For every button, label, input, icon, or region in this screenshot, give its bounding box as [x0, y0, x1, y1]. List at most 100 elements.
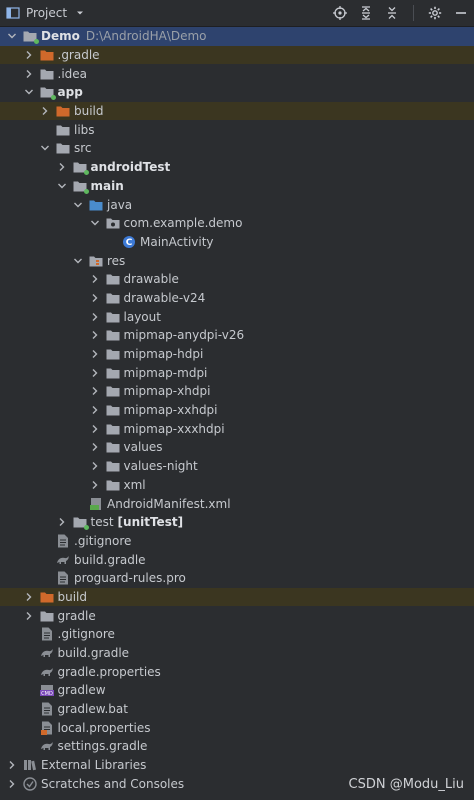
text-file-icon — [56, 571, 70, 585]
project-toolbar: Project — [0, 0, 474, 27]
chevron-right-icon[interactable] — [24, 69, 34, 79]
tree-item-label: build — [74, 104, 104, 119]
svg-text:C: C — [126, 238, 133, 248]
tree-item-label: mipmap-xxhdpi — [123, 403, 218, 418]
tree-row[interactable]: settings.gradle — [0, 737, 474, 756]
expand-all-icon[interactable] — [359, 6, 373, 20]
chevron-right-icon[interactable] — [7, 779, 17, 789]
tree-row[interactable]: gradlew.bat — [0, 700, 474, 719]
folder-icon — [106, 291, 120, 305]
tree-row[interactable]: gradle — [0, 606, 474, 625]
folder-icon — [106, 478, 120, 492]
tree-row[interactable]: mipmap-mdpi — [0, 363, 474, 382]
hide-icon[interactable] — [454, 6, 468, 20]
tree-row[interactable]: CMD gradlew — [0, 681, 474, 700]
chevron-right-icon[interactable] — [7, 760, 17, 770]
folder-icon — [40, 67, 54, 81]
tree-row[interactable]: gradle.properties — [0, 662, 474, 681]
chevron-right-icon[interactable] — [90, 274, 100, 284]
tree-row[interactable]: local.properties — [0, 718, 474, 737]
chevron-right-icon[interactable] — [90, 405, 100, 415]
tree-row[interactable]: build.gradle — [0, 550, 474, 569]
tree-row[interactable]: app — [0, 83, 474, 102]
chevron-right-icon[interactable] — [40, 106, 50, 116]
tree-row[interactable]: mipmap-xxhdpi — [0, 401, 474, 420]
tree-row[interactable]: main — [0, 177, 474, 196]
tree-item-label: values-night — [123, 459, 198, 474]
chevron-down-icon[interactable] — [57, 181, 67, 191]
tree-row[interactable]: .idea — [0, 64, 474, 83]
folder-icon — [106, 384, 120, 398]
chevron-right-icon[interactable] — [24, 50, 34, 60]
tree-row[interactable]: .gitignore — [0, 625, 474, 644]
chevron-right-icon[interactable] — [90, 480, 100, 490]
chevron-down-icon[interactable] — [90, 218, 100, 228]
chevron-down-icon[interactable] — [7, 31, 17, 41]
tree-row[interactable]: mipmap-xhdpi — [0, 382, 474, 401]
tree-item-label: .gradle — [57, 48, 100, 63]
chevron-right-icon[interactable] — [90, 368, 100, 378]
tree-row[interactable]: com.example.demo — [0, 214, 474, 233]
chevron-right-icon[interactable] — [90, 424, 100, 434]
chevron-right-icon[interactable] — [90, 386, 100, 396]
tree-item-label: drawable-v24 — [123, 290, 206, 305]
tree-row[interactable]: layout — [0, 307, 474, 326]
tree-item-label: app — [57, 85, 83, 100]
settings-icon[interactable] — [428, 6, 442, 20]
tree-row[interactable]: mipmap-xxxhdpi — [0, 419, 474, 438]
folder-icon — [106, 272, 120, 286]
tree-row[interactable]: mipmap-hdpi — [0, 345, 474, 364]
chevron-right-icon[interactable] — [90, 293, 100, 303]
collapse-all-icon[interactable] — [385, 6, 399, 20]
tree-row[interactable]: Demo D:\AndroidHA\Demo — [0, 27, 474, 46]
tree-row[interactable]: test [unitTest] — [0, 513, 474, 532]
tree-row[interactable]: libs — [0, 120, 474, 139]
chevron-right-icon[interactable] — [57, 162, 67, 172]
tree-item-label: mipmap-xxxhdpi — [123, 421, 225, 436]
tree-row[interactable]: mipmap-anydpi-v26 — [0, 326, 474, 345]
tree-row[interactable]: AndroidManifest.xml — [0, 494, 474, 513]
tree-row[interactable]: build — [0, 587, 474, 607]
chevron-down-icon[interactable] — [73, 6, 87, 20]
tree-row[interactable]: androidTest — [0, 158, 474, 177]
chevron-down-icon[interactable] — [40, 143, 50, 153]
tree-row[interactable]: src — [0, 139, 474, 158]
tree-item-label: res — [107, 253, 126, 268]
chevron-right-icon[interactable] — [24, 592, 34, 602]
tree-row[interactable]: .gitignore — [0, 532, 474, 551]
select-opened-file-icon[interactable] — [333, 6, 347, 20]
chevron-right-icon[interactable] — [90, 442, 100, 452]
chevron-right-icon[interactable] — [57, 517, 67, 527]
chevron-down-icon[interactable] — [73, 256, 83, 266]
chevron-right-icon[interactable] — [24, 611, 34, 621]
tree-row[interactable]: proguard-rules.pro — [0, 569, 474, 588]
chevron-down-icon[interactable] — [24, 87, 34, 97]
tree-row[interactable]: drawable-v24 — [0, 289, 474, 308]
tree-row[interactable]: res — [0, 251, 474, 270]
chevron-right-icon[interactable] — [90, 330, 100, 340]
tree-row[interactable]: build.gradle — [0, 644, 474, 663]
tree-item-label: mipmap-mdpi — [123, 365, 208, 380]
tree-row[interactable]: xml — [0, 476, 474, 495]
tree-row[interactable]: C MainActivity — [0, 233, 474, 252]
project-view-selector[interactable]: Project — [6, 6, 87, 20]
tree-row[interactable]: drawable — [0, 270, 474, 289]
tree-item-label: .gitignore — [57, 627, 115, 642]
tree-row[interactable]: values-night — [0, 457, 474, 476]
tree-row[interactable]: values — [0, 438, 474, 457]
tree-row[interactable]: java — [0, 195, 474, 214]
tree-row[interactable]: build — [0, 101, 474, 121]
chevron-right-icon[interactable] — [90, 461, 100, 471]
tree-row[interactable]: External Libraries — [0, 756, 474, 775]
tree-item-label: .gitignore — [74, 533, 132, 548]
tree-row[interactable]: .gradle — [0, 45, 474, 65]
chevron-down-icon[interactable] — [73, 200, 83, 210]
folder-icon — [106, 328, 120, 342]
chevron-right-icon[interactable] — [90, 312, 100, 322]
chevron-right-icon[interactable] — [90, 349, 100, 359]
